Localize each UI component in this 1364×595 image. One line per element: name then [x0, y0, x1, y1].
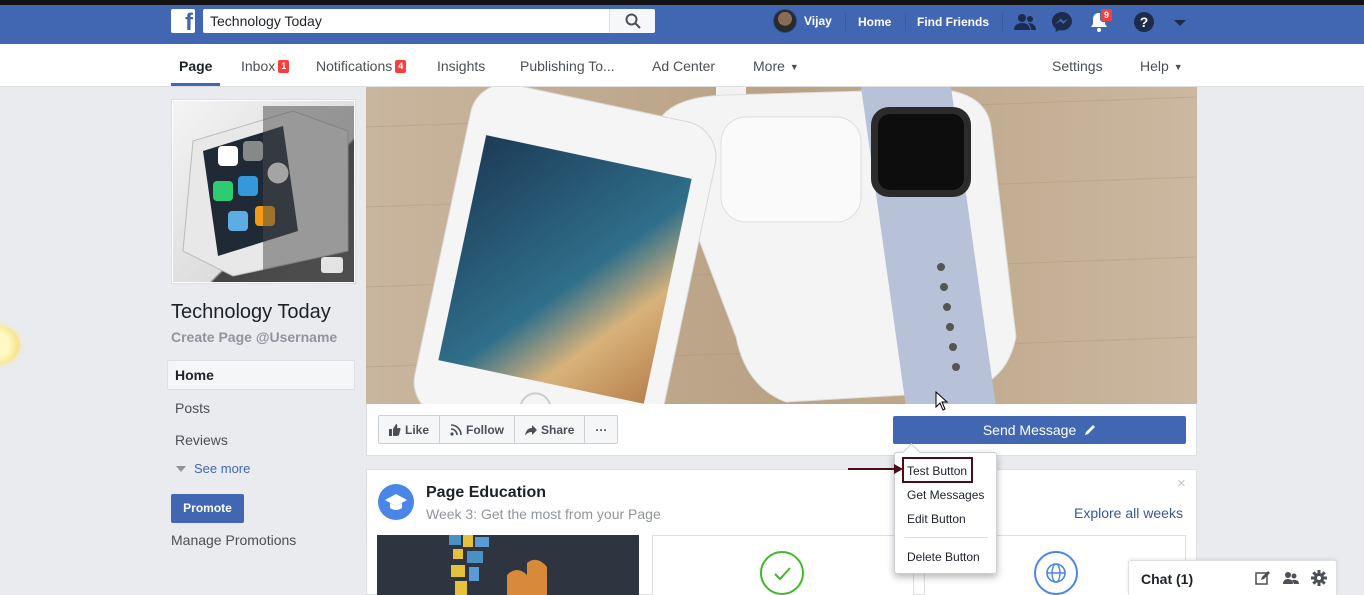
globe-icon — [1034, 551, 1078, 595]
group-chat-icon[interactable] — [1283, 570, 1299, 586]
tab-insights[interactable]: Insights — [437, 58, 485, 74]
menu-item-edit-button[interactable]: Edit Button — [907, 512, 966, 526]
menu-item-delete-button[interactable]: Delete Button — [907, 550, 980, 564]
page-actions-group: Like Follow Share ··· — [378, 415, 619, 444]
smartwatch-image — [173, 101, 354, 282]
help-icon[interactable]: ? — [1132, 10, 1156, 34]
education-title: Page Education — [426, 484, 547, 501]
caret-down-icon: ▼ — [1173, 62, 1183, 72]
left-nav-home[interactable]: Home — [175, 367, 214, 383]
thumbs-up-icon — [389, 423, 401, 436]
notifications-badge: 9 — [1100, 8, 1114, 22]
annotation-arrow-line — [848, 468, 900, 470]
divider — [1002, 13, 1003, 31]
manage-promotions-link[interactable]: Manage Promotions — [171, 532, 296, 548]
find-friends-link[interactable]: Find Friends — [917, 15, 989, 29]
triangle-down-icon — [176, 466, 186, 472]
active-tab-indicator — [171, 83, 220, 86]
settings-link[interactable]: Settings — [1052, 58, 1103, 74]
annotation-highlight-box — [902, 457, 973, 483]
explore-all-weeks-link[interactable]: Explore all weeks — [1074, 505, 1183, 521]
tab-ad-center[interactable]: Ad Center — [652, 58, 715, 74]
profile-link[interactable]: Vijay — [773, 9, 832, 33]
more-options-button[interactable]: ··· — [585, 416, 617, 443]
left-nav-reviews[interactable]: Reviews — [175, 432, 228, 448]
search-input[interactable]: Technology Today — [203, 9, 609, 33]
cover-photo[interactable] — [366, 87, 1197, 404]
tab-notifications[interactable]: Notifications 4 — [316, 58, 407, 74]
close-icon[interactable]: × — [1177, 475, 1186, 492]
top-navigation-bar: f Technology Today Vijay Home Find Frien… — [0, 5, 1364, 44]
chat-label: Chat (1) — [1141, 571, 1194, 587]
pencil-edit-icon — [1085, 425, 1096, 435]
caret-down-icon: ▼ — [789, 62, 799, 72]
education-illustration — [377, 535, 639, 595]
divider — [905, 13, 906, 31]
tab-page[interactable]: Page — [179, 58, 212, 74]
share-button[interactable]: Share — [515, 416, 586, 443]
account-menu-chevron-down-icon[interactable] — [1168, 10, 1192, 34]
home-link[interactable]: Home — [858, 15, 891, 29]
rss-icon — [450, 423, 462, 436]
decorative-highlight — [0, 325, 20, 365]
graduation-cap-icon — [378, 484, 414, 520]
mouse-cursor-icon — [935, 391, 949, 411]
user-name: Vijay — [804, 14, 832, 28]
friend-requests-icon[interactable] — [1013, 10, 1037, 34]
tab-publishing-tools[interactable]: Publishing To... — [520, 58, 615, 74]
follow-button[interactable]: Follow — [440, 416, 516, 443]
annotation-arrow-head-icon — [894, 464, 903, 474]
inbox-badge: 1 — [278, 60, 290, 73]
menu-item-get-messages[interactable]: Get Messages — [907, 488, 984, 502]
promote-button[interactable]: Promote — [171, 494, 244, 523]
help-menu[interactable]: Help ▼ — [1140, 58, 1183, 74]
send-message-button[interactable]: Send Message — [893, 416, 1186, 444]
compose-icon[interactable] — [1255, 570, 1271, 586]
divider — [845, 13, 846, 31]
page-tabs-bar: Page Inbox 1 Notifications 4 Insights Publ… — [0, 44, 1364, 87]
create-username-link[interactable]: Create Page @Username — [171, 329, 337, 345]
notifications-tab-badge: 4 — [395, 60, 407, 73]
check-circle-icon — [760, 551, 804, 595]
search-icon — [625, 13, 641, 29]
devices-photo — [366, 87, 1197, 404]
share-arrow-icon — [525, 424, 538, 436]
search-button[interactable] — [609, 9, 655, 33]
tab-inbox[interactable]: Inbox 1 — [241, 58, 290, 74]
chat-bar[interactable]: Chat (1) — [1128, 560, 1337, 595]
tab-more[interactable]: More ▼ — [753, 58, 799, 74]
facebook-logo-icon[interactable]: f — [171, 9, 195, 33]
avatar — [773, 9, 797, 33]
messenger-icon[interactable] — [1050, 10, 1074, 34]
like-button[interactable]: Like — [379, 416, 441, 443]
left-nav-posts[interactable]: Posts — [175, 400, 210, 416]
page-title: Technology Today — [171, 301, 331, 323]
svg-text:?: ? — [1140, 14, 1149, 30]
profile-picture[interactable] — [171, 99, 356, 284]
gear-icon[interactable] — [1311, 570, 1327, 586]
menu-divider — [905, 537, 988, 538]
see-more-link[interactable]: See more — [176, 461, 250, 476]
education-subtitle: Week 3: Get the most from your Page — [426, 506, 661, 522]
